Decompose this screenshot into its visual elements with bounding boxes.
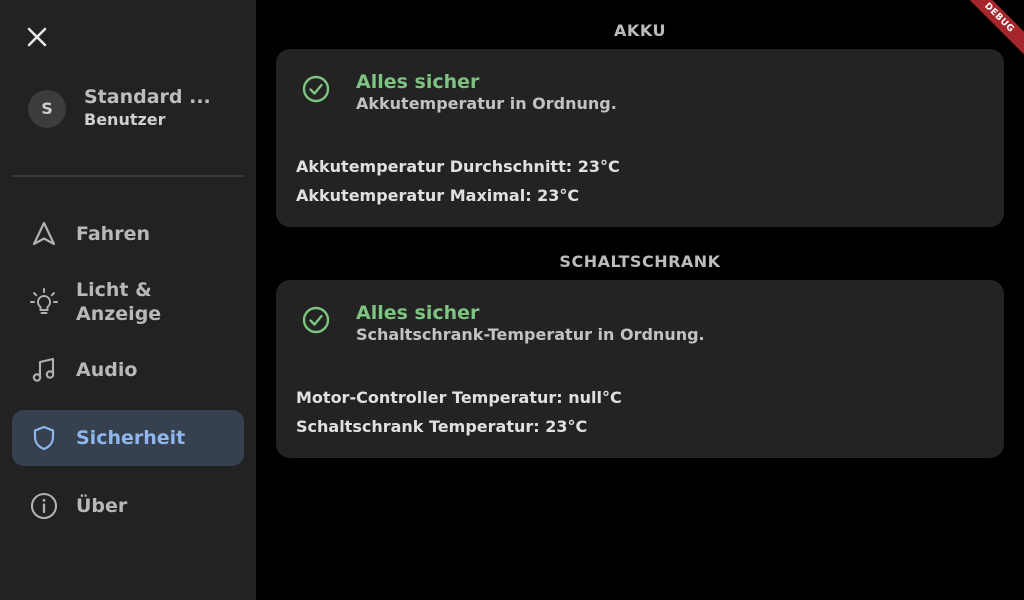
sidebar: S Standard ... Benutzer Fahren Licht & A… (0, 0, 256, 600)
detail-motor-controller-temp: Motor-Controller Temperatur: null°C (296, 388, 622, 407)
debug-banner: DEBUG (964, 0, 1024, 60)
sidebar-item-label: Über (76, 495, 128, 517)
sidebar-item-licht-anzeige[interactable]: Licht & Anzeige (12, 276, 244, 328)
status-subtitle: Akkutemperatur in Ordnung. (356, 94, 617, 113)
check-circle-icon (302, 75, 330, 103)
sidebar-item-ueber[interactable]: Über (12, 482, 244, 530)
navigation-arrow-icon (32, 221, 56, 246)
info-icon (30, 492, 58, 520)
sidebar-item-sicherheit[interactable]: Sicherheit (12, 410, 244, 466)
detail-schaltschrank-temp: Schaltschrank Temperatur: 23°C (296, 417, 588, 436)
status-title: Alles sicher (356, 71, 480, 93)
user-profile[interactable]: S Standard ... Benutzer (28, 86, 238, 131)
sidebar-item-fahren[interactable]: Fahren (12, 210, 244, 258)
status-subtitle: Schaltschrank-Temperatur in Ordnung. (356, 325, 705, 344)
close-icon (27, 27, 47, 47)
profile-name: Standard ... (84, 86, 211, 108)
schaltschrank-card: Alles sicher Schaltschrank-Temperatur in… (276, 280, 1004, 458)
detail-avg-temp: Akkutemperatur Durchschnitt: 23°C (296, 157, 620, 176)
lightbulb-icon (30, 288, 58, 314)
sidebar-item-label: Audio (76, 359, 138, 381)
section-title-schaltschrank: SCHALTSCHRANK (559, 252, 721, 271)
shield-icon (33, 425, 55, 451)
akku-card: Alles sicher Akkutemperatur in Ordnung. … (276, 49, 1004, 227)
sidebar-item-audio[interactable]: Audio (12, 346, 244, 394)
avatar: S (28, 89, 66, 128)
check-circle-icon (302, 306, 330, 334)
sidebar-item-label: Licht & Anzeige (76, 279, 162, 325)
sidebar-item-label: Fahren (76, 223, 150, 245)
status-title: Alles sicher (356, 302, 480, 324)
music-note-icon (32, 357, 55, 382)
close-button[interactable] (22, 22, 52, 52)
sidebar-item-label: Sicherheit (76, 427, 186, 449)
sidebar-divider (12, 175, 244, 177)
debug-banner-container: DEBUG (964, 0, 1024, 60)
detail-max-temp: Akkutemperatur Maximal: 23°C (296, 186, 580, 205)
section-title-akku: AKKU (614, 21, 666, 40)
profile-role: Benutzer (84, 110, 166, 129)
